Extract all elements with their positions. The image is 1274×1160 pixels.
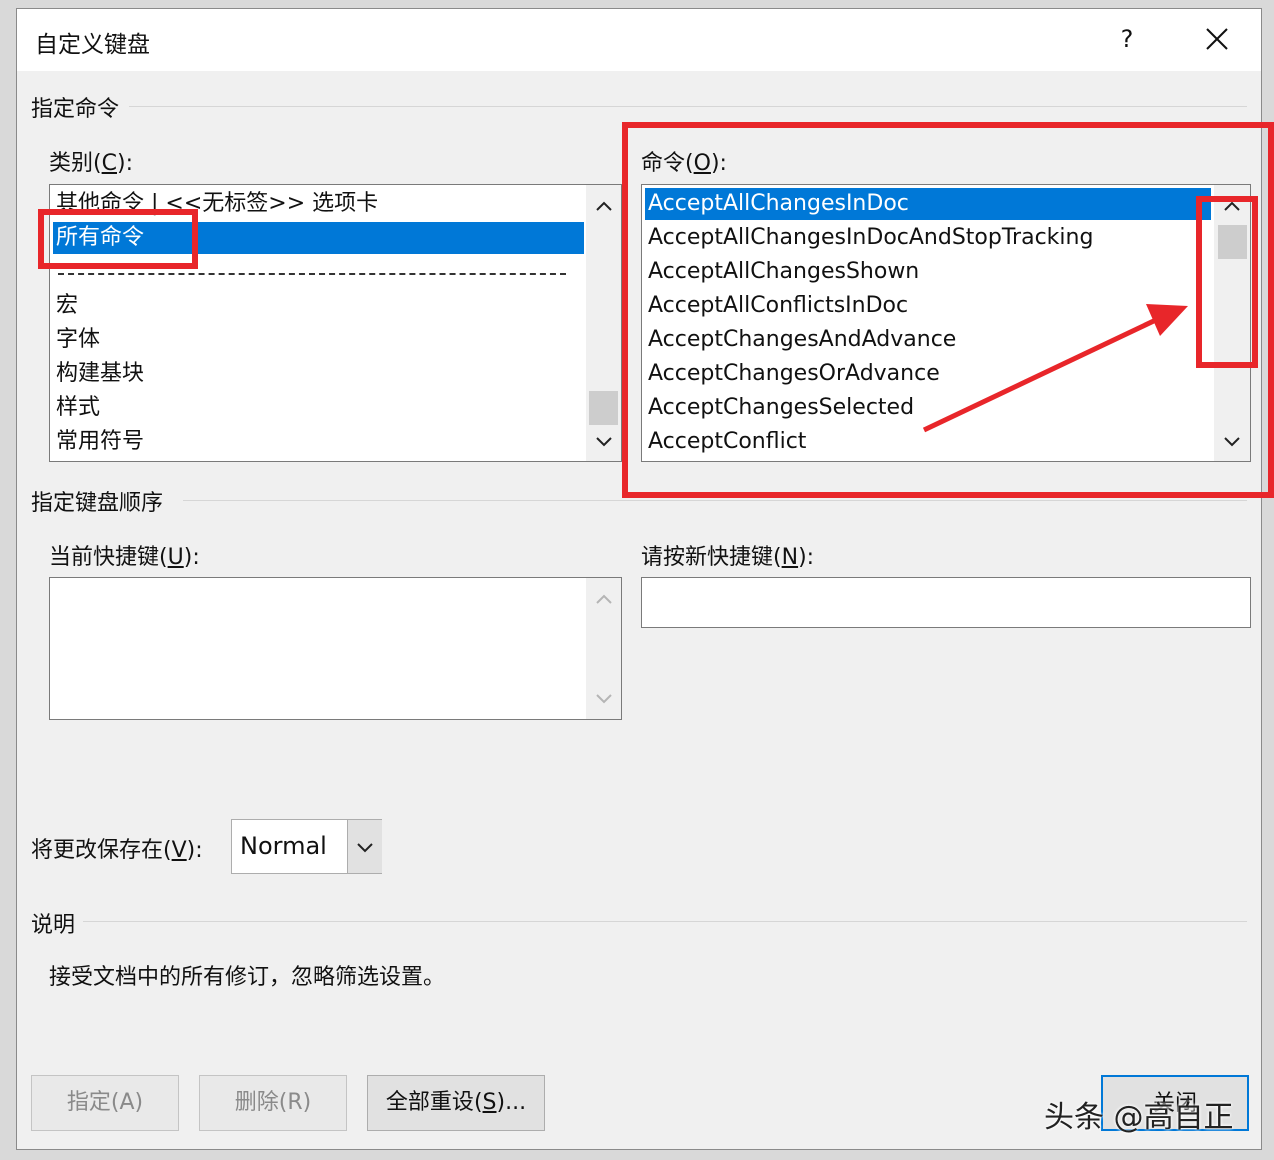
- watermark-text: 头条 @高自正: [1044, 1100, 1234, 1135]
- annotation-arrow-icon: [922, 304, 1188, 433]
